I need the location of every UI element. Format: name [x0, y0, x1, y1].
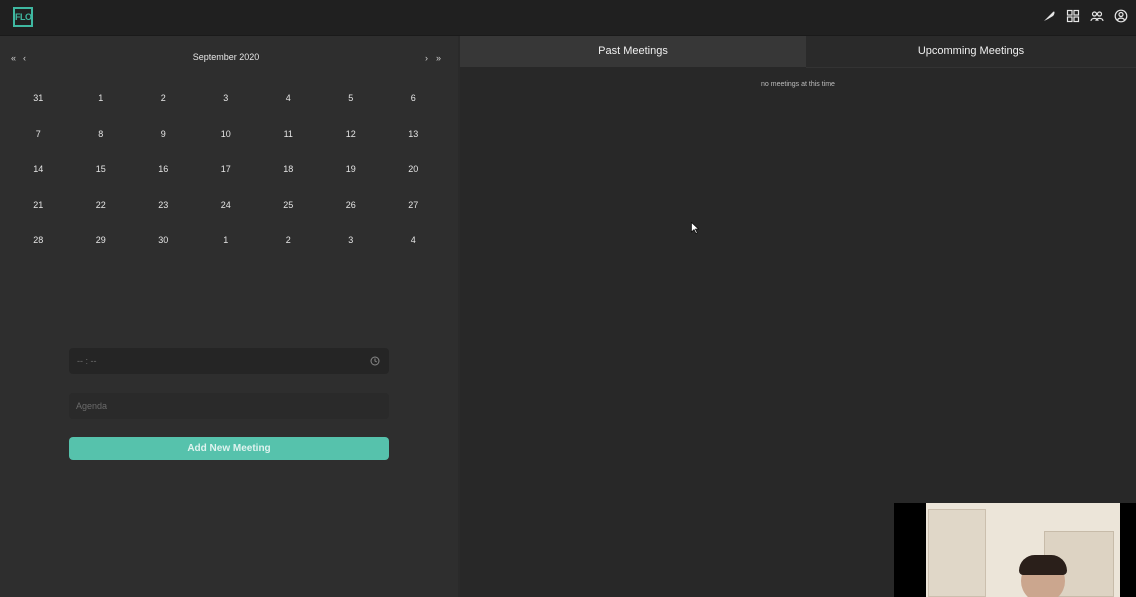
calendar-day[interactable]: 9 — [132, 117, 195, 153]
calendar-day[interactable]: 3 — [320, 223, 383, 259]
grid-icon[interactable] — [1066, 9, 1080, 23]
calendar-day[interactable]: 14 — [7, 152, 70, 188]
calendar-day[interactable]: 3 — [195, 81, 258, 117]
calendar-day[interactable]: 13 — [382, 117, 445, 153]
calendar-grid: 31 1 2 3 4 5 6 7 8 9 10 11 12 13 14 15 1… — [7, 81, 445, 259]
calendar-day[interactable]: 2 — [132, 81, 195, 117]
profile-icon[interactable] — [1114, 9, 1128, 23]
calendar-header: « ‹ September 2020 › » — [0, 36, 458, 76]
calendar-day[interactable]: 1 — [70, 81, 133, 117]
clock-icon[interactable] — [370, 356, 380, 366]
calendar-day[interactable]: 26 — [320, 188, 383, 224]
calendar-day[interactable]: 2 — [257, 223, 320, 259]
calendar-panel: « ‹ September 2020 › » 31 1 2 3 4 5 6 7 … — [0, 36, 458, 597]
agenda-input[interactable]: Agenda — [69, 393, 389, 419]
webcam-overlay — [894, 503, 1136, 597]
calendar-day[interactable]: 21 — [7, 188, 70, 224]
calendar-day[interactable]: 4 — [257, 81, 320, 117]
calendar-day[interactable]: 8 — [70, 117, 133, 153]
calendar-day[interactable]: 22 — [70, 188, 133, 224]
calendar-day[interactable]: 5 — [320, 81, 383, 117]
time-input[interactable]: -- : -- — [69, 348, 389, 374]
calendar-day[interactable]: 29 — [70, 223, 133, 259]
tab-upcoming-meetings[interactable]: Upcomming Meetings — [806, 36, 1136, 68]
calendar-day[interactable]: 17 — [195, 152, 258, 188]
calendar-day[interactable]: 28 — [7, 223, 70, 259]
calendar-day[interactable]: 25 — [257, 188, 320, 224]
add-meeting-button[interactable]: Add New Meeting — [69, 437, 389, 460]
calendar-week: 14 15 16 17 18 19 20 — [7, 152, 445, 188]
calendar-day[interactable]: 10 — [195, 117, 258, 153]
person-hair — [1019, 555, 1067, 575]
users-icon[interactable] — [1090, 9, 1104, 23]
calendar-day[interactable]: 18 — [257, 152, 320, 188]
calendar-week: 21 22 23 24 25 26 27 — [7, 188, 445, 224]
calendar-day[interactable]: 15 — [70, 152, 133, 188]
calendar-week: 7 8 9 10 11 12 13 — [7, 117, 445, 153]
next-month-button[interactable]: › — [425, 53, 428, 63]
agenda-placeholder: Agenda — [76, 401, 108, 411]
tab-past-meetings[interactable]: Past Meetings — [460, 36, 806, 67]
top-bar: FLO — [0, 0, 1136, 36]
background-door — [928, 509, 986, 597]
calendar-week: 28 29 30 1 2 3 4 — [7, 223, 445, 259]
calendar-day[interactable]: 1 — [195, 223, 258, 259]
calendar-day[interactable]: 19 — [320, 152, 383, 188]
calendar-day[interactable]: 11 — [257, 117, 320, 153]
calendar-day[interactable]: 12 — [320, 117, 383, 153]
next-year-button[interactable]: » — [436, 53, 441, 63]
calendar-day[interactable]: 7 — [7, 117, 70, 153]
calendar-day[interactable]: 24 — [195, 188, 258, 224]
empty-state-message: no meetings at this time — [761, 81, 835, 88]
calendar-day[interactable]: 4 — [382, 223, 445, 259]
month-label: September 2020 — [192, 52, 260, 62]
time-placeholder: -- : -- — [77, 356, 97, 366]
calendar-day[interactable]: 16 — [132, 152, 195, 188]
calendar-week: 31 1 2 3 4 5 6 — [7, 81, 445, 117]
feather-icon[interactable] — [1042, 9, 1056, 23]
webcam-feed — [926, 503, 1120, 597]
calendar-day[interactable]: 31 — [7, 81, 70, 117]
calendar-day[interactable]: 6 — [382, 81, 445, 117]
calendar-day[interactable]: 23 — [132, 188, 195, 224]
calendar-day[interactable]: 20 — [382, 152, 445, 188]
header-icons — [1042, 9, 1128, 23]
app-logo[interactable]: FLO — [13, 7, 33, 27]
mouse-cursor-icon — [691, 222, 699, 234]
calendar-day[interactable]: 27 — [382, 188, 445, 224]
calendar-day[interactable]: 30 — [132, 223, 195, 259]
